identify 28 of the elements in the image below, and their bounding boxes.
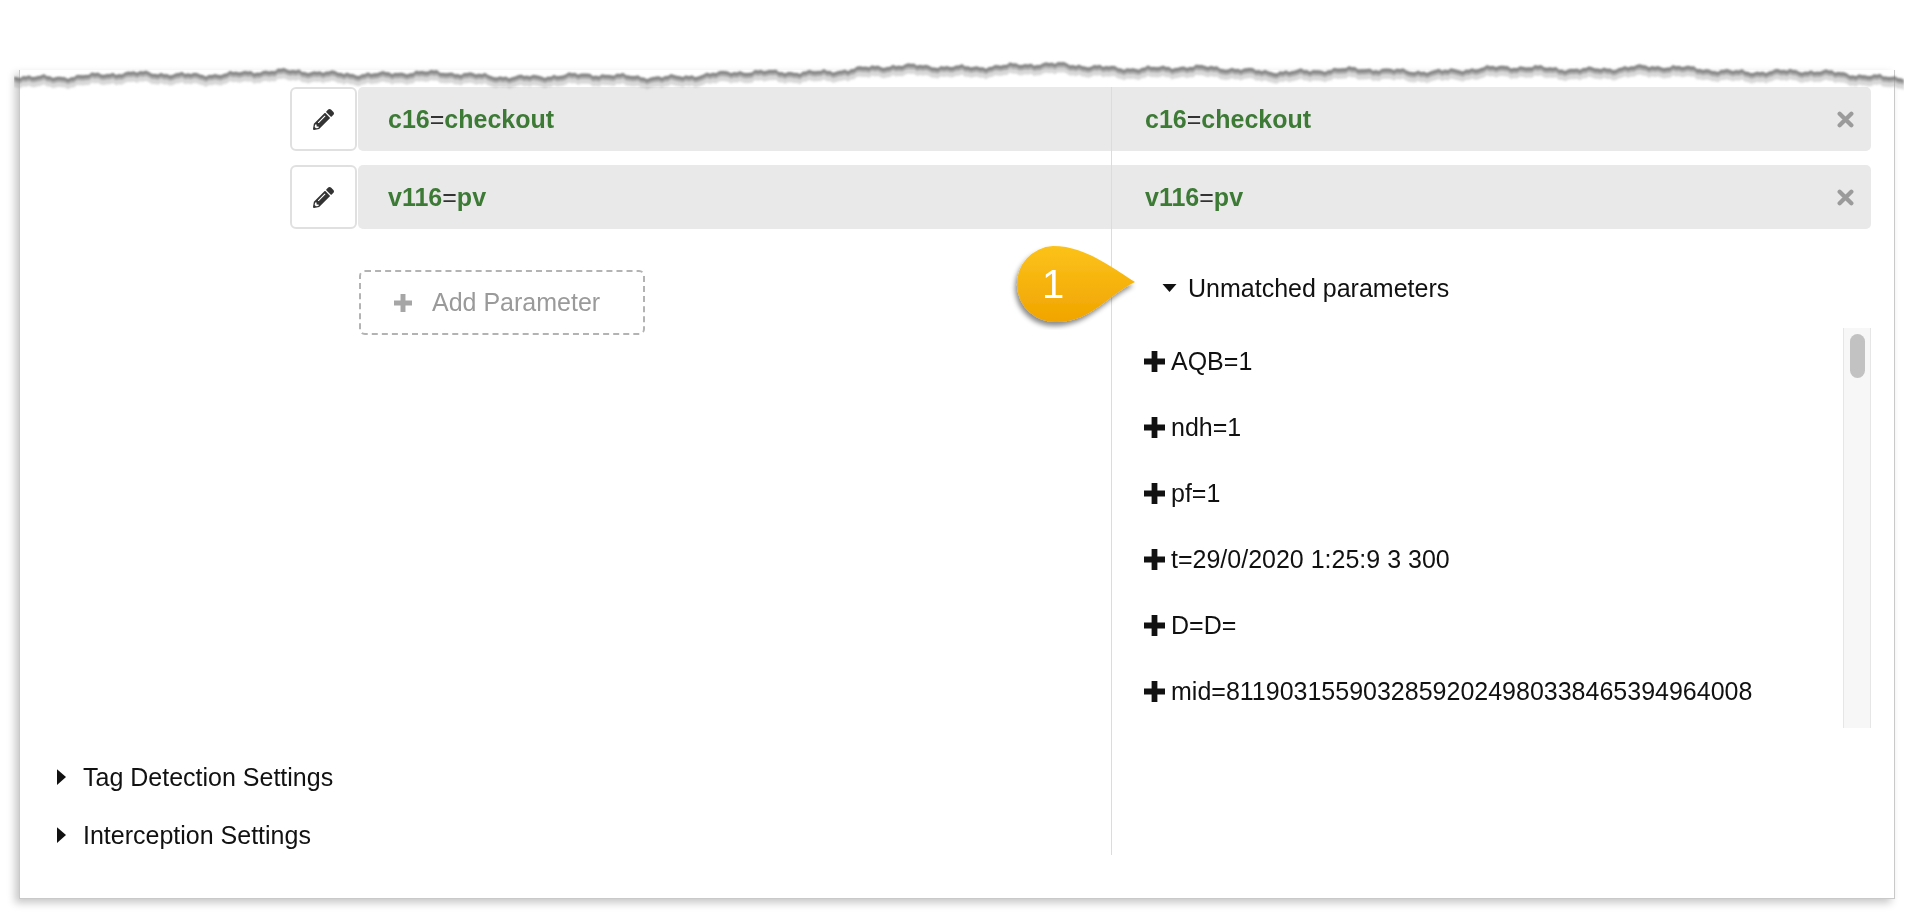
edit-button[interactable] [290,87,357,151]
parameter-text: v116=pv [388,182,487,212]
close-icon[interactable] [1837,188,1854,206]
plus-icon [1144,482,1165,504]
plus-icon [394,293,412,312]
plus-icon [1144,416,1165,438]
scrollbar[interactable] [1843,328,1871,728]
unmatched-parameter-item[interactable]: D=D= [1144,609,1237,641]
plus-icon [1144,680,1165,702]
section-toggle[interactable]: Tag Detection Settings [57,762,334,792]
parameter-text: c16=checkout [1145,104,1312,134]
plus-icon [1144,548,1165,570]
unmatched-parameter-item[interactable]: t=29/0/2020 1:25:9 3 300 [1144,543,1450,575]
plus-icon [1144,350,1165,372]
section-toggle[interactable]: Interception Settings [57,820,311,850]
close-icon[interactable] [1837,110,1854,128]
edit-button[interactable] [290,165,357,229]
parameter-text: v116=pv [1145,182,1244,212]
parameter-text: c16=checkout [388,104,555,134]
scrollbar-thumb[interactable] [1849,334,1865,378]
pencil-icon [313,186,334,208]
pencil-icon [313,108,334,130]
unmatched-parameter-item[interactable]: pf=1 [1144,477,1221,509]
unmatched-parameter-item[interactable]: AQB=1 [1144,345,1253,377]
section-toggle[interactable]: Unmatched parameters [1162,273,1450,303]
unmatched-parameter-item[interactable]: ndh=1 [1144,411,1242,443]
unmatched-parameter-item[interactable]: mid=81190315590328592024980338465394964008 [1144,675,1753,707]
plus-icon [1144,614,1165,636]
